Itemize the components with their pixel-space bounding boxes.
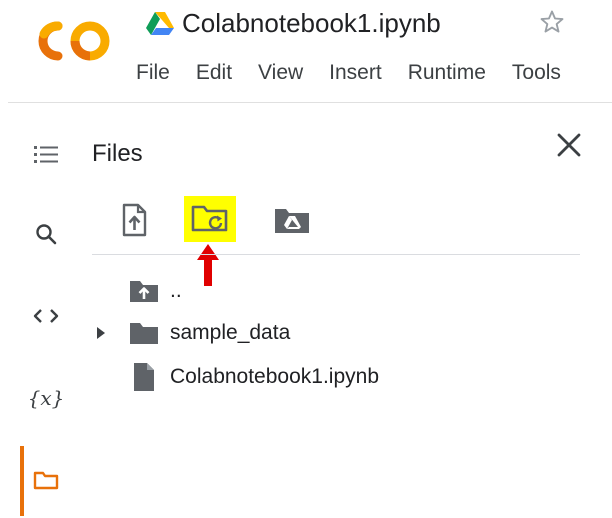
variables-icon[interactable]: {𝑥} xyxy=(26,378,66,418)
files-panel-title: Files xyxy=(92,140,143,167)
menu-view[interactable]: View xyxy=(258,61,303,85)
red-arrow-annotation xyxy=(197,244,219,286)
folder-up-icon xyxy=(128,277,160,305)
expand-arrow-icon[interactable] xyxy=(94,326,108,340)
file-entry-sample-data[interactable]: sample_data xyxy=(92,318,290,348)
file-name: sample_data xyxy=(170,321,291,344)
google-drive-icon xyxy=(146,12,174,35)
rail-active-indicator xyxy=(20,446,24,516)
file-name: .. xyxy=(170,279,182,302)
files-toolbar-divider xyxy=(92,254,580,255)
refresh-folder-button[interactable] xyxy=(184,196,236,242)
colab-logo[interactable] xyxy=(34,18,114,64)
svg-text:{𝑥}: {𝑥} xyxy=(29,386,63,410)
document-title[interactable]: Colabnotebook1.ipynb xyxy=(182,8,441,39)
search-icon[interactable] xyxy=(26,214,66,254)
code-snippets-icon[interactable] xyxy=(26,296,66,336)
file-icon xyxy=(128,363,160,391)
table-of-contents-icon[interactable] xyxy=(26,134,66,174)
header-divider xyxy=(8,102,612,103)
colab-window: Colabnotebook1.ipynb File Edit View Inse… xyxy=(0,0,612,518)
menu-tools[interactable]: Tools xyxy=(512,61,561,85)
menu-runtime[interactable]: Runtime xyxy=(408,61,486,85)
mount-drive-icon xyxy=(275,209,309,233)
file-entry-notebook[interactable]: Colabnotebook1.ipynb xyxy=(92,362,379,392)
star-icon[interactable] xyxy=(538,8,566,36)
file-entry-parent[interactable]: .. xyxy=(92,276,182,306)
upload-file-button[interactable] xyxy=(112,198,156,242)
files-folder-icon[interactable] xyxy=(26,460,66,500)
menu-file[interactable]: File xyxy=(136,61,170,85)
refresh-folder-icon xyxy=(191,205,228,232)
menu-insert[interactable]: Insert xyxy=(329,61,382,85)
folder-icon xyxy=(128,319,160,347)
menu-edit[interactable]: Edit xyxy=(196,61,232,85)
upload-file-icon xyxy=(122,203,147,237)
mount-drive-button[interactable] xyxy=(270,198,314,242)
close-icon[interactable] xyxy=(552,128,586,162)
title-row: Colabnotebook1.ipynb xyxy=(146,6,441,40)
menu-bar: File Edit View Insert Runtime Tools xyxy=(136,58,561,88)
file-name: Colabnotebook1.ipynb xyxy=(170,365,379,388)
